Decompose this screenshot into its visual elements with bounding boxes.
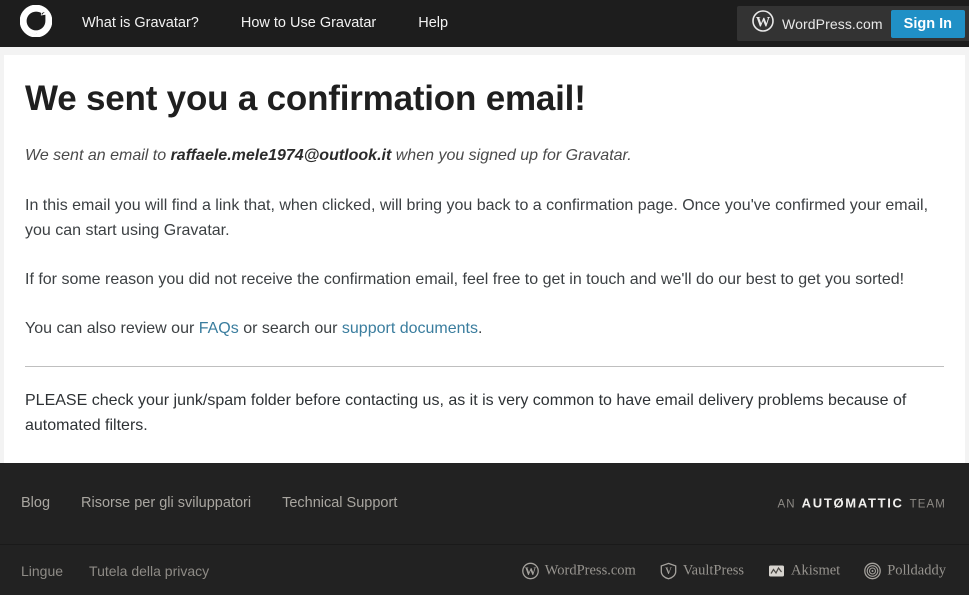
service-label: Akismet [791,562,841,579]
vaultpress-shield-icon: V [660,562,677,580]
service-link-polldaddy[interactable]: Polldaddy [864,562,946,580]
primary-nav: What is Gravatar? How to Use Gravatar He… [82,16,448,31]
service-link-akismet[interactable]: Akismet [768,562,840,579]
footer-link-privacy-policy[interactable]: Tutela della privacy [89,563,209,579]
resources-prefix: You can also review our [25,320,199,337]
footer-link-technical-support[interactable]: Technical Support [282,495,397,511]
automattic-wordmark: AUTØMATTIC [801,495,904,511]
service-label: Polldaddy [887,562,946,579]
confirmation-email-line: We sent an email to raffaele.mele1974@ou… [25,144,944,169]
automattic-attribution[interactable]: AN AUTØMATTIC TEAM [777,496,946,511]
polldaddy-circles-icon [864,562,882,580]
instructions-paragraph: In this email you will find a link that,… [25,197,929,240]
spam-folder-warning: PLEASE check your junk/spam folder befor… [25,391,907,434]
footer-link-languages[interactable]: Lingue [21,563,63,579]
content-card: We sent you a confirmation email! We sen… [4,55,965,463]
footer-primary-row: Blog Risorse per gli sviluppatori Techni… [0,463,969,545]
account-badge: W WordPress.com Sign In [737,6,969,41]
not-received-paragraph: If for some reason you did not receive t… [25,271,905,289]
resources-paragraph: You can also review our FAQs or search o… [25,317,944,342]
nav-item-help[interactable]: Help [418,16,448,31]
service-link-vaultpress[interactable]: V VaultPress [660,562,745,580]
section-divider [25,365,944,367]
site-header: What is Gravatar? How to Use Gravatar He… [0,0,969,47]
wordpress-logo-icon: W [752,10,774,37]
site-footer: Blog Risorse per gli sviluppatori Techni… [0,462,969,595]
service-link-wordpress[interactable]: W WordPress.com [521,562,636,580]
automattic-service-links: W WordPress.com V VaultPress Akismet Pol… [521,562,946,580]
gravatar-logo-link[interactable] [0,4,72,42]
wordpress-account-label: WordPress.com [782,15,883,32]
svg-text:W: W [525,566,537,578]
resources-middle: or search our [238,320,342,337]
support-documents-link[interactable]: support documents [342,320,478,337]
svg-text:W: W [756,14,771,30]
svg-text:V: V [665,566,672,576]
footer-link-blog[interactable]: Blog [21,495,50,511]
page-title: We sent you a confirmation email! [25,79,586,118]
footer-secondary-row: Lingue Tutela della privacy W WordPress.… [0,545,969,595]
akismet-chart-icon [768,562,785,579]
faqs-link[interactable]: FAQs [199,320,239,337]
footer-link-developer-resources[interactable]: Risorse per gli sviluppatori [81,495,251,511]
sign-in-button[interactable]: Sign In [890,9,965,38]
resources-suffix: . [477,320,483,337]
footer-primary-links: Blog Risorse per gli sviluppatori Techni… [21,495,397,511]
recipient-email: raffaele.mele1974@outlook.it [170,147,392,165]
gravatar-logo-icon [19,4,53,42]
automattic-suffix: TEAM [909,498,946,511]
service-label: VaultPress [682,562,745,579]
nav-item-how-to-use-gravatar[interactable]: How to Use Gravatar [241,16,376,31]
sent-line-prefix: We sent an email to [25,147,171,165]
footer-secondary-links: Lingue Tutela della privacy [21,563,209,579]
page-body: We sent you a confirmation email! We sen… [0,47,969,463]
sent-line-suffix: when you signed up for Gravatar. [391,147,632,165]
automattic-prefix: AN [777,498,796,511]
service-label: WordPress.com [544,562,636,579]
nav-item-what-is-gravatar[interactable]: What is Gravatar? [82,16,199,31]
wordpress-logo-icon: W [521,562,539,580]
